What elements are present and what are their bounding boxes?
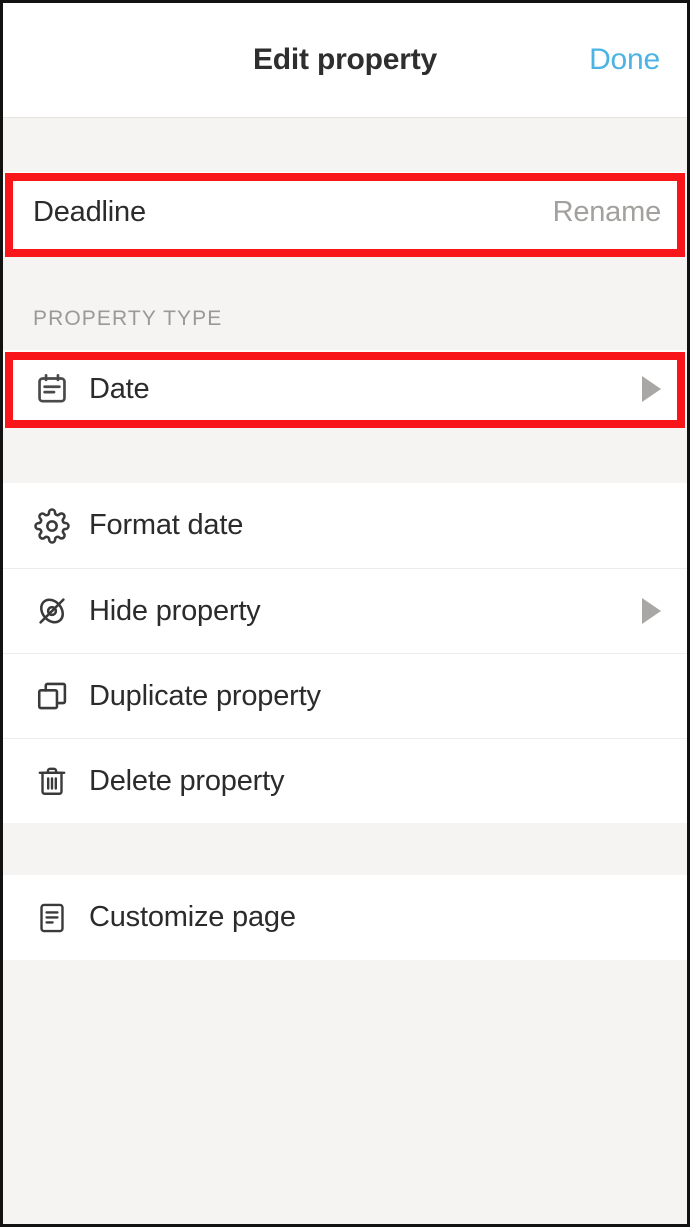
page-actions-group: Customize page — [3, 875, 687, 960]
spacer-below-header — [3, 118, 687, 172]
hide-property-label: Hide property — [89, 594, 261, 627]
spacer-below-name-row — [3, 252, 687, 288]
chevron-right-icon — [642, 598, 661, 624]
done-button[interactable]: Done — [589, 43, 660, 77]
duplicate-property-label: Duplicate property — [89, 679, 321, 712]
eye-off-icon — [31, 590, 73, 632]
mobile-screen: Edit property Done Deadline Rename PROPE… — [0, 0, 690, 1227]
customize-page-label: Customize page — [89, 901, 296, 933]
format-date-row[interactable]: Format date — [3, 483, 687, 568]
document-icon — [31, 897, 73, 939]
format-date-label: Format date — [89, 509, 244, 541]
delete-property-row[interactable]: Delete property — [3, 738, 687, 823]
property-type-section-label: PROPERTY TYPE — [33, 307, 223, 330]
property-type-section-header: PROPERTY TYPE — [3, 288, 687, 350]
trash-icon — [31, 760, 73, 802]
chevron-right-icon — [642, 376, 661, 402]
property-name-label: Deadline — [33, 195, 146, 228]
spacer-below-type-row — [3, 428, 687, 483]
property-type-row[interactable]: Date — [3, 350, 687, 428]
duplicate-icon — [31, 675, 73, 717]
rename-action[interactable]: Rename — [553, 196, 662, 229]
delete-property-label: Delete property — [89, 764, 285, 797]
gear-icon — [31, 505, 73, 547]
empty-area — [3, 960, 687, 1224]
spacer-below-actions — [3, 823, 687, 875]
property-name-row[interactable]: Deadline Rename — [3, 172, 687, 252]
duplicate-property-row[interactable]: Duplicate property — [3, 653, 687, 738]
app-header: Edit property Done — [3, 3, 687, 118]
calendar-icon — [31, 368, 73, 410]
customize-page-row[interactable]: Customize page — [3, 875, 687, 960]
page-title: Edit property — [252, 43, 438, 76]
hide-property-row[interactable]: Hide property — [3, 568, 687, 653]
property-type-label: Date — [89, 372, 150, 405]
property-actions-group: Format date Hide property Duplicate prop… — [3, 483, 687, 823]
